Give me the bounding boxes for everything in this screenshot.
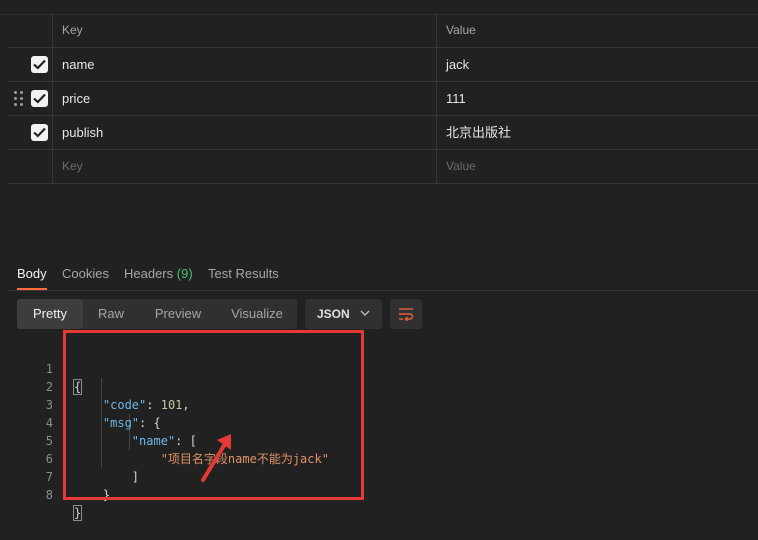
new-value-input[interactable]: Value — [446, 150, 476, 183]
wrap-lines-button[interactable] — [390, 299, 422, 329]
code-line: 2 "code": 101, — [45, 380, 190, 412]
view-pretty-button[interactable]: Pretty — [17, 299, 83, 329]
tabs-divider — [8, 290, 758, 291]
checkmark-icon — [33, 127, 46, 138]
tab-headers-label: Headers — [124, 266, 174, 281]
code-line: 5 "项目名字段name不能为jack" — [45, 434, 329, 466]
drag-handle-icon[interactable] — [14, 91, 24, 107]
top-strip — [0, 0, 758, 15]
headers-count-badge: (9) — [176, 266, 193, 281]
code-line: 6 ] — [45, 452, 140, 484]
table-row: price 111 — [8, 82, 758, 116]
row-checkbox[interactable] — [31, 56, 48, 73]
row-checkbox[interactable] — [31, 90, 48, 107]
code-line: 3 "msg": { — [45, 398, 161, 430]
new-key-input[interactable]: Key — [62, 150, 83, 183]
close-brace: } — [72, 505, 83, 521]
param-key[interactable]: name — [62, 48, 95, 81]
key-column-header: Key — [62, 23, 83, 37]
tab-cookies[interactable]: Cookies — [62, 266, 109, 281]
table-row: publish 北京出版社 — [8, 116, 758, 150]
param-value[interactable]: jack — [446, 48, 469, 81]
tab-body[interactable]: Body — [17, 266, 47, 290]
code-line: 1 { — [45, 362, 83, 395]
view-visualize-button[interactable]: Visualize — [217, 299, 297, 329]
view-raw-button[interactable]: Raw — [83, 299, 139, 329]
code-line: 7 } — [45, 470, 111, 502]
checkmark-icon — [33, 93, 46, 104]
tab-test-results[interactable]: Test Results — [208, 266, 279, 281]
annotation-arrow-icon — [201, 434, 231, 482]
wrap-lines-icon — [399, 308, 414, 321]
param-value[interactable]: 111 — [446, 82, 466, 115]
format-select-value: JSON — [317, 307, 350, 321]
params-table: Key Value name jack price 111 publish 北京… — [8, 14, 758, 184]
table-row: name jack — [8, 48, 758, 82]
format-select[interactable]: JSON — [305, 299, 382, 329]
param-key[interactable]: price — [62, 82, 90, 115]
code-line: 8 } — [45, 488, 83, 521]
view-preview-button[interactable]: Preview — [139, 299, 217, 329]
header-checkbox-cell — [8, 14, 53, 47]
table-row-new: Key Value — [8, 150, 758, 184]
param-key[interactable]: publish — [62, 116, 103, 149]
checkmark-icon — [33, 59, 46, 70]
view-mode-selector: Pretty Raw Preview Visualize — [17, 299, 297, 329]
row-checkbox[interactable] — [31, 124, 48, 141]
chevron-down-icon — [360, 310, 370, 316]
tab-headers[interactable]: Headers (9) — [124, 266, 193, 281]
code-line: 4 "name": [ — [45, 416, 197, 448]
table-header: Key Value — [8, 14, 758, 48]
tab-body-label: Body — [17, 266, 47, 281]
param-value[interactable]: 北京出版社 — [446, 116, 511, 149]
value-column-header: Value — [446, 23, 476, 37]
